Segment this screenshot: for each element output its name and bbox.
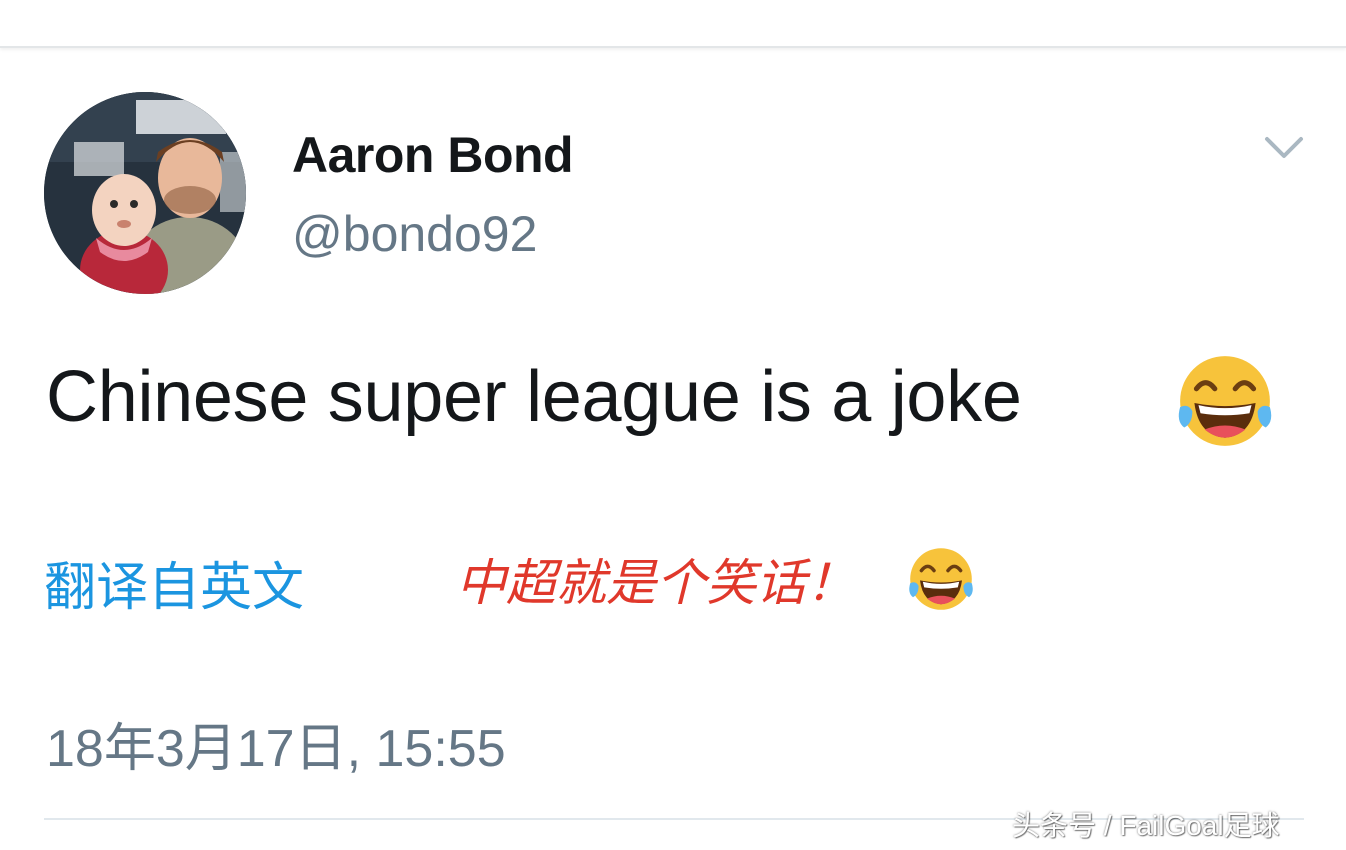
user-handle[interactable]: @bondo92 bbox=[292, 205, 537, 263]
translation-annotation: 中超就是个笑话！ bbox=[456, 555, 856, 611]
avatar[interactable] bbox=[44, 92, 246, 294]
display-name[interactable]: Aaron Bond bbox=[292, 126, 574, 184]
tweet-timestamp[interactable]: 18年3月17日, 15:55 bbox=[46, 706, 506, 781]
top-app-bar bbox=[0, 0, 1346, 48]
tweet-text: Chinese super league is a joke bbox=[46, 357, 1022, 437]
tears-of-joy-icon bbox=[1174, 350, 1276, 452]
source-watermark: 头条号 / FailGoal足球 bbox=[1012, 810, 1280, 841]
tears-of-joy-icon bbox=[906, 544, 976, 614]
translate-link[interactable]: 翻译自英文 bbox=[44, 545, 304, 620]
chevron-down-icon[interactable] bbox=[1262, 132, 1306, 162]
